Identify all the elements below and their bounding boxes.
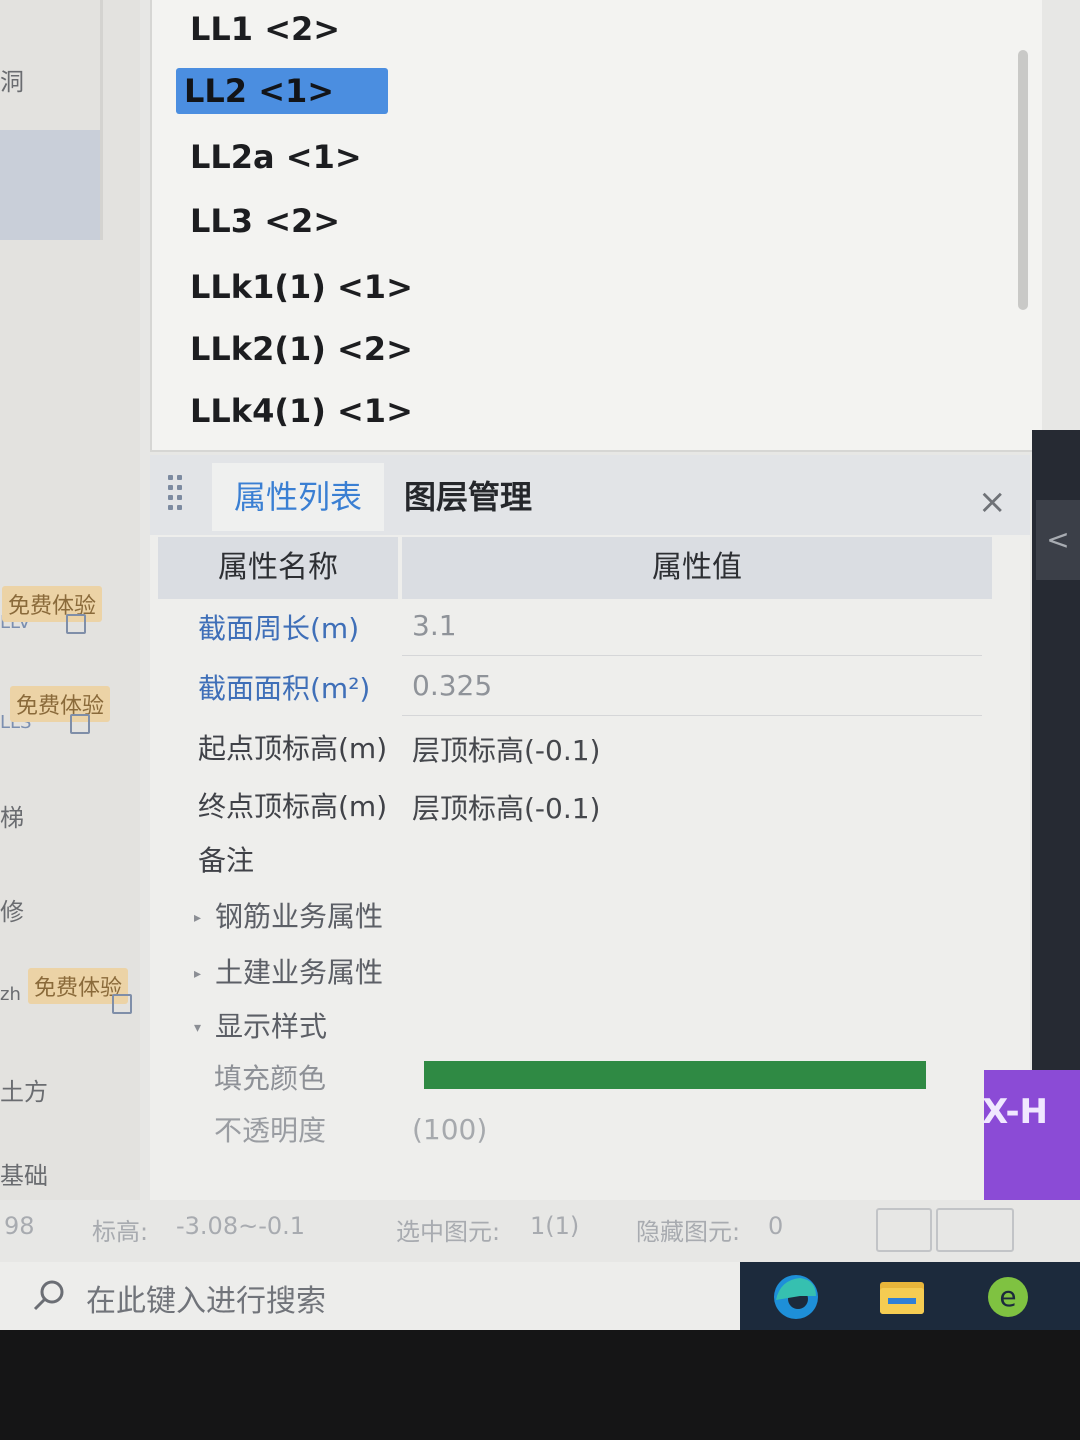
- left-sidebar-fragment: zh: [0, 984, 21, 1005]
- file-explorer-icon[interactable]: [876, 1272, 928, 1322]
- monitor-bezel: [0, 1330, 1080, 1440]
- drag-handle-icon[interactable]: [168, 475, 188, 515]
- left-sidebar-item[interactable]: 洞: [0, 62, 24, 97]
- status-number: 98: [4, 1212, 35, 1240]
- group-display-style[interactable]: ▾ 显示样式: [194, 1005, 327, 1045]
- status-elevation-label: 标高:: [92, 1218, 149, 1246]
- properties-panel: 属性列表 图层管理 × 属性名称 属性值 截面周长(m) 3.1 截面面积(m²…: [150, 455, 1030, 1200]
- group-label: 显示样式: [215, 1010, 328, 1043]
- property-name: 不透明度: [214, 1114, 327, 1147]
- column-header-name: 属性名称: [158, 537, 398, 599]
- free-trial-badge[interactable]: 免费体验: [2, 586, 103, 622]
- property-value[interactable]: 0.325: [412, 669, 492, 702]
- left-sidebar-item[interactable]: 基础: [0, 1156, 48, 1191]
- expand-arrow-icon: ▸: [194, 966, 202, 982]
- corner-select-button[interactable]: [876, 1208, 932, 1252]
- group-rebar-properties[interactable]: ▸ 钢筋业务属性: [194, 895, 383, 935]
- group-label: 土建业务属性: [215, 956, 384, 989]
- property-name: 备注: [198, 844, 255, 877]
- property-name: 填充颜色: [214, 1062, 327, 1095]
- canvas-label: X-H: [982, 1092, 1049, 1132]
- tab-property-list[interactable]: 属性列表: [212, 463, 385, 531]
- row-divider: [402, 655, 982, 656]
- box-select-button[interactable]: [936, 1208, 1014, 1252]
- fill-color-swatch[interactable]: [424, 1061, 926, 1089]
- taskbar-search[interactable]: 在此键入进行搜索: [0, 1262, 740, 1330]
- row-divider: [402, 715, 982, 716]
- status-selected-value: 1(1): [530, 1212, 580, 1240]
- windows-taskbar: 在此键入进行搜索 e: [0, 1262, 1080, 1330]
- status-hidden-value: 0: [768, 1212, 784, 1240]
- property-name: 截面周长(m): [198, 612, 360, 645]
- status-selected-label: 选中图元:: [396, 1218, 501, 1246]
- search-icon: [33, 1280, 64, 1311]
- trial-icon: [112, 994, 132, 1014]
- property-name: 起点顶标高(m): [198, 732, 388, 765]
- taskbar-apps: e: [740, 1262, 1080, 1330]
- list-scrollbar[interactable]: [1018, 50, 1028, 310]
- property-value[interactable]: (100): [412, 1113, 487, 1146]
- component-list: LL1 <2> LL2 <1> LL2a <1> LL3 <2> LLk1(1)…: [150, 0, 1042, 452]
- column-header-value: 属性值: [402, 537, 992, 599]
- properties-header: 属性列表 图层管理 ×: [150, 455, 1030, 535]
- group-civil-properties[interactable]: ▸ 土建业务属性: [194, 951, 383, 991]
- left-sidebar: 洞 LLV 免费体验 LLS 免费体验 梯 修 zh 免费体验 土方 基础: [0, 0, 140, 1200]
- screen: 洞 LLV 免费体验 LLS 免费体验 梯 修 zh 免费体验 土方 基础 LL…: [0, 0, 1080, 1330]
- property-value[interactable]: 层顶标高(-0.1): [412, 729, 600, 769]
- edge-browser-icon[interactable]: [770, 1272, 822, 1322]
- ie-browser-icon[interactable]: e: [982, 1272, 1034, 1322]
- list-item[interactable]: LL3 <2>: [182, 198, 348, 244]
- svg-text:e: e: [999, 1280, 1016, 1313]
- search-input[interactable]: 在此键入进行搜索: [86, 1276, 326, 1320]
- left-sidebar-divider: [100, 0, 103, 240]
- list-item[interactable]: LL1 <2>: [182, 6, 348, 52]
- property-name: 截面面积(m²): [198, 672, 371, 705]
- property-name: 终点顶标高(m): [198, 790, 388, 823]
- tab-layer-management[interactable]: 图层管理: [382, 463, 554, 531]
- property-value[interactable]: 3.1: [412, 609, 457, 642]
- status-elevation-value: -3.08~-0.1: [176, 1212, 306, 1240]
- status-hidden-label: 隐藏图元:: [636, 1218, 741, 1246]
- left-sidebar-item[interactable]: 土方: [0, 1072, 48, 1107]
- list-item[interactable]: LLk1(1) <1>: [182, 264, 421, 310]
- close-icon[interactable]: ×: [978, 485, 1007, 519]
- left-sidebar-item[interactable]: 修: [0, 892, 24, 927]
- list-item[interactable]: LL2a <1>: [182, 134, 370, 180]
- free-trial-badge[interactable]: 免费体验: [10, 686, 111, 722]
- left-sidebar-item[interactable]: 梯: [0, 798, 24, 833]
- group-label: 钢筋业务属性: [215, 900, 384, 933]
- trial-icon: [70, 714, 90, 734]
- property-value[interactable]: 层顶标高(-0.1): [412, 787, 600, 827]
- collapse-icon[interactable]: <: [1036, 500, 1080, 580]
- left-sidebar-selected-item[interactable]: [0, 130, 100, 240]
- trial-icon: [66, 614, 86, 634]
- list-item-selected[interactable]: LL2 <1>: [176, 68, 388, 114]
- list-item[interactable]: LLk2(1) <2>: [182, 326, 421, 372]
- canvas-highlight: [984, 1070, 1080, 1200]
- expand-arrow-icon: ▾: [194, 1020, 202, 1036]
- expand-arrow-icon: ▸: [194, 910, 202, 926]
- list-item[interactable]: LLk4(1) <1>: [182, 388, 421, 434]
